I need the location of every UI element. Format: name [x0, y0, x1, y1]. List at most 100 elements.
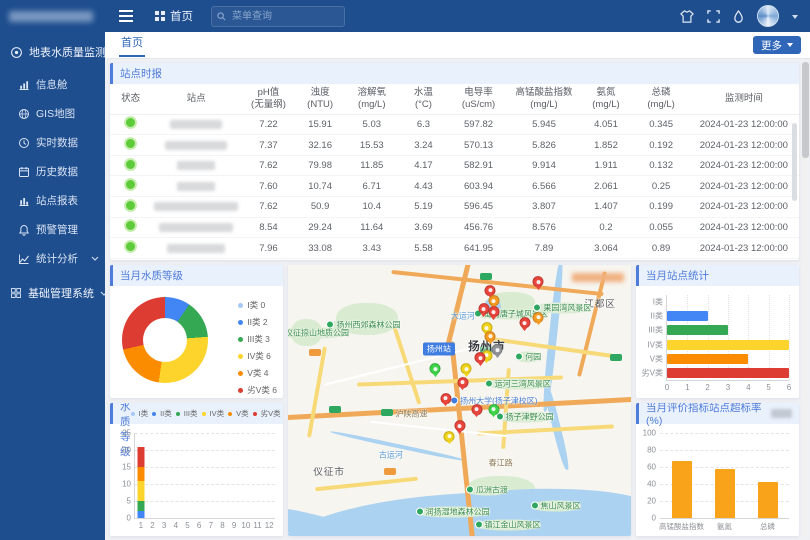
gridline	[135, 501, 275, 502]
value-cell: 597.82	[448, 114, 510, 135]
sidebar-item-2[interactable]: 实时数据	[0, 128, 105, 157]
map-marker-red[interactable]	[519, 317, 530, 331]
map-marker-red[interactable]	[471, 404, 482, 418]
sidebar-item-1[interactable]: GIS地图	[0, 99, 105, 128]
y-axis-tick: 100	[643, 429, 656, 438]
chevron-down-icon	[91, 256, 99, 261]
sidebar-toggle-button[interactable]	[119, 10, 133, 22]
value-cell: 7.96	[241, 238, 296, 259]
more-button[interactable]: 更多	[753, 36, 801, 54]
map-marker-gray[interactable]	[492, 344, 503, 358]
table-row[interactable]: 7.3732.1615.533.24570.135.8261.8520.1922…	[110, 135, 799, 156]
y-axis-label: 劣V类	[642, 367, 663, 378]
status-normal-dot	[124, 240, 137, 253]
tab-home[interactable]: 首页	[119, 32, 145, 57]
map-marker-red[interactable]	[454, 420, 465, 434]
fullscreen-icon[interactable]	[707, 10, 720, 23]
sidebar-item-label: 统计分析	[36, 251, 78, 266]
avatar[interactable]	[757, 5, 779, 27]
chevron-down-icon	[100, 291, 105, 296]
value-cell: 29.24	[296, 217, 344, 238]
bar-row	[667, 368, 789, 378]
map-marker-orange[interactable]	[485, 331, 496, 345]
x-axis-tick: 9	[232, 521, 236, 530]
search-icon	[217, 12, 226, 21]
legend-item: III类	[176, 408, 198, 419]
stats-icon	[18, 253, 30, 265]
time-cell: 2024-01-23 12:00:00	[689, 238, 799, 259]
map-marker-red[interactable]	[475, 352, 486, 366]
map-marker-red[interactable]	[440, 393, 451, 407]
legend-dot	[228, 412, 232, 416]
value-cell: 0.132	[634, 155, 689, 176]
table-row[interactable]: 7.6279.9811.854.17582.919.9141.9110.1322…	[110, 155, 799, 176]
user-menu-caret-icon[interactable]	[792, 15, 798, 22]
gis-map-icon	[18, 108, 30, 120]
month-station-stats-title: 当月站点统计	[636, 265, 799, 286]
value-cell: 5.945	[510, 114, 579, 135]
map-marker-orange[interactable]	[533, 312, 544, 326]
table-scrollbar[interactable]	[792, 123, 797, 201]
sidebar-item-3[interactable]: 历史数据	[0, 157, 105, 186]
legend-item: II类	[152, 408, 172, 419]
column-name: 状态	[110, 93, 151, 105]
value-cell: 3.69	[399, 217, 447, 238]
bar-总磷	[758, 482, 778, 518]
map-marker-yellow[interactable]	[444, 431, 455, 445]
sidebar-item-5[interactable]: 预警管理	[0, 215, 105, 244]
marker-tip	[491, 413, 497, 420]
x-axis-tick: 4	[746, 383, 750, 392]
column-name: 氨氮	[578, 87, 633, 99]
value-cell: 7.22	[241, 114, 296, 135]
station-cell	[151, 217, 241, 238]
column-name: 监测时间	[689, 93, 799, 105]
value-cell: 5.826	[510, 135, 579, 156]
exceed-rate-panel: 当月评价指标站点超标率(%) 020406080100高锰酸盐指数氨氮总磷	[636, 403, 799, 536]
month-grade-pie-title: 当月水质等级	[110, 265, 283, 286]
map-label-park: 仪征捺山地质公园	[288, 327, 349, 338]
value-cell: 79.98	[296, 155, 344, 176]
sidebar-group-0[interactable]: 地表水质量监测系统	[0, 32, 105, 70]
table-row[interactable]: 7.2215.915.036.3597.825.9454.0510.345202…	[110, 114, 799, 135]
sidebar-item-0[interactable]: 信息舱	[0, 70, 105, 99]
page-scrollbar-thumb[interactable]	[802, 62, 809, 158]
table-row[interactable]: 7.6010.746.714.43603.946.5662.0610.25202…	[110, 176, 799, 197]
theme-skin-icon[interactable]	[680, 10, 694, 23]
sidebar-item-label: 历史数据	[36, 164, 78, 179]
status-normal-dot	[124, 116, 137, 129]
map-marker-yellow[interactable]	[461, 363, 472, 377]
map-marker-red[interactable]	[533, 276, 544, 290]
y-axis-tick: 5	[127, 497, 131, 506]
app-logo	[0, 0, 105, 32]
map-label-park: 运河三湾风景区	[485, 379, 551, 390]
topbar-home-link[interactable]: 首页	[155, 8, 193, 24]
column-header: 高锰酸盐指数(mg/L)	[510, 84, 579, 114]
marker-tip	[460, 386, 466, 393]
bar-V类	[667, 354, 748, 364]
sidebar-item-6[interactable]: 统计分析	[0, 244, 105, 273]
table-row[interactable]: 7.9633.083.435.58641.957.893.0640.892024…	[110, 238, 799, 259]
sidebar-item-4[interactable]: 站点报表	[0, 186, 105, 215]
menu-search-input[interactable]	[230, 10, 324, 23]
map-marker-red[interactable]	[488, 306, 499, 320]
x-axis-tick: 2	[705, 383, 709, 392]
page-scrollbar[interactable]	[802, 60, 809, 538]
value-cell: 10.74	[296, 176, 344, 197]
column-unit: (uS/cm)	[448, 99, 510, 111]
legend-label: II类 2	[247, 316, 267, 328]
y-axis-tick: 20	[122, 446, 131, 455]
gis-map[interactable]: 扬州市江都区仪征市扬州站沪陕高速春江路古运河大运河扬州西郊森林公园仪征捺山地质公…	[288, 265, 631, 536]
marker-tip	[432, 373, 438, 380]
flame-icon[interactable]	[733, 10, 744, 23]
x-axis-tick: 3	[726, 383, 730, 392]
column-header: 氨氮(mg/L)	[578, 84, 633, 114]
table-row[interactable]: 7.6250.910.45.19596.453.8071.4070.199202…	[110, 197, 799, 218]
table-row[interactable]: 8.5429.2411.643.69456.768.5760.20.055202…	[110, 217, 799, 238]
sidebar-group-1[interactable]: 基础管理系统	[0, 273, 105, 311]
value-cell: 6.71	[344, 176, 399, 197]
map-marker-red[interactable]	[457, 377, 468, 391]
map-marker-green[interactable]	[430, 363, 441, 377]
value-cell: 3.24	[399, 135, 447, 156]
menu-search[interactable]	[211, 6, 345, 27]
map-marker-green[interactable]	[488, 404, 499, 418]
